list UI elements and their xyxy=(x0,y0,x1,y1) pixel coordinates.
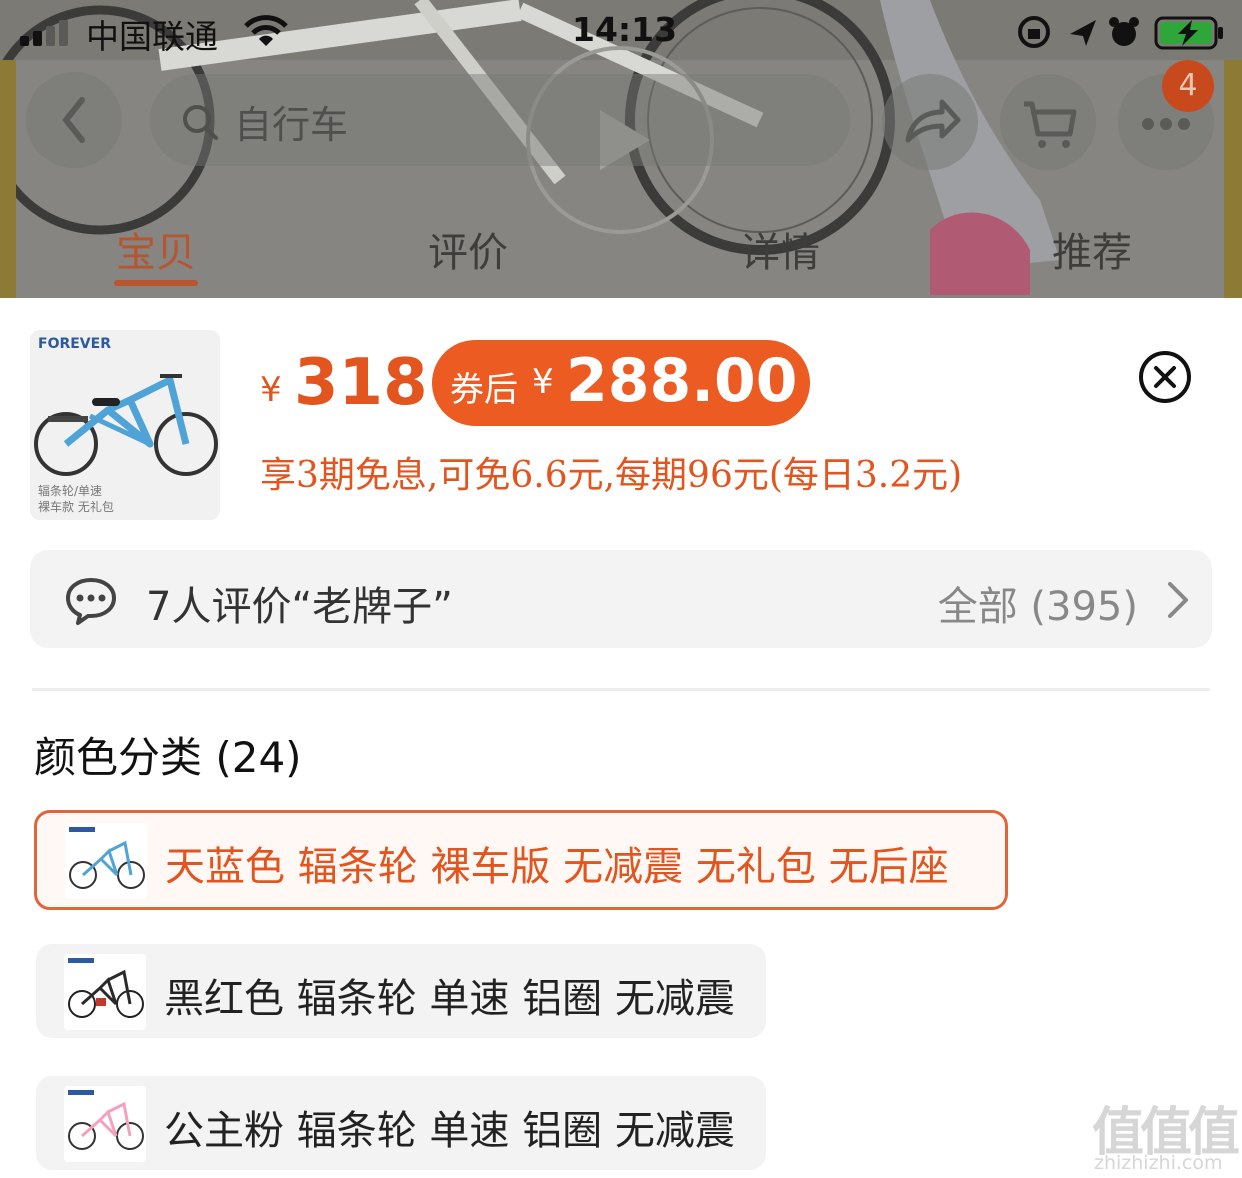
back-button[interactable] xyxy=(26,72,122,168)
share-button[interactable] xyxy=(882,74,978,170)
installment-info: 享3期免息,可免6.6元,每期96元(每日3.2元) xyxy=(260,455,963,496)
chevron-left-icon xyxy=(62,97,85,143)
product-thumbnail[interactable]: FOREVER 辐条轮/单速 裸车款 无礼包 xyxy=(30,330,220,520)
variant-thumbnail xyxy=(65,823,147,899)
cart-button[interactable] xyxy=(1000,74,1096,170)
tab-item[interactable]: 宝贝 xyxy=(116,220,196,278)
thumbnail-caption: 裸车款 无礼包 xyxy=(38,500,114,514)
location-icon xyxy=(1070,20,1096,46)
alarm-icon xyxy=(1109,17,1139,46)
clock: 14:13 xyxy=(572,10,678,49)
divider xyxy=(32,688,1210,691)
color-category-title: 颜色分类 (24) xyxy=(34,733,302,782)
thumbnail-caption: 辐条轮/单速 xyxy=(38,484,103,498)
watermark: 值值值 zhizhizhi.com xyxy=(1092,1090,1242,1178)
tab-reviews[interactable]: 评价 xyxy=(428,220,508,278)
battery-charging-icon xyxy=(1154,16,1223,50)
cart-icon xyxy=(1024,101,1077,148)
cellular-signal-icon xyxy=(20,20,68,46)
product-gallery-backdrop: 中国联通 14:13 自行车 4 宝贝 评价 详情 推荐 xyxy=(0,0,1242,298)
review-summary-text: 7人评价“老牌子” xyxy=(146,584,453,630)
close-icon[interactable] xyxy=(1138,350,1192,404)
coupon-currency: ¥ xyxy=(532,362,554,402)
section-tabs: 宝贝 评价 详情 推荐 xyxy=(0,216,1242,298)
status-icons xyxy=(1018,16,1223,50)
price-value: 318 xyxy=(294,346,428,420)
search-icon xyxy=(183,105,218,140)
active-tab-indicator xyxy=(114,280,198,286)
top-nav-bar: 自行车 xyxy=(0,70,1242,170)
status-bar: 中国联通 14:13 xyxy=(0,0,1242,64)
tab-recommend[interactable]: 推荐 xyxy=(1052,220,1132,278)
variant-option[interactable]: 黑红色 辐条轮 单速 铝圈 无减震 xyxy=(36,944,766,1038)
chat-bubble-icon xyxy=(66,578,116,625)
carrier-name: 中国联通 xyxy=(86,17,218,56)
variant-label: 黑红色 辐条轮 单速 铝圈 无减震 xyxy=(164,976,735,1022)
review-summary-bar[interactable]: 7人评价“老牌子” 全部 (395) xyxy=(30,550,1212,648)
variant-label: 公主粉 辐条轮 单速 铝圈 无减震 xyxy=(164,1108,735,1154)
cart-count-badge: 4 xyxy=(1162,60,1214,112)
tab-details[interactable]: 详情 xyxy=(740,220,820,278)
variant-option[interactable]: 公主粉 辐条轮 单速 铝圈 无减震 xyxy=(36,1076,766,1170)
chevron-right-icon xyxy=(1168,582,1188,618)
variant-thumbnail xyxy=(64,1086,146,1162)
bike-illustration xyxy=(34,374,218,476)
coupon-price-value: 288.00 xyxy=(566,346,798,416)
search-placeholder: 自行车 xyxy=(234,103,349,147)
share-icon xyxy=(905,99,961,143)
coupon-label: 券后 xyxy=(450,370,518,410)
rotation-lock-icon xyxy=(1018,16,1050,48)
variant-label: 天蓝色 辐条轮 裸车版 无减震 无礼包 无后座 xyxy=(165,844,949,890)
variant-thumbnail xyxy=(64,954,146,1030)
all-reviews-link[interactable]: 全部 (395) xyxy=(938,574,1138,632)
coupon-price-pill: 券后 ¥ 288.00 xyxy=(432,340,810,426)
currency-symbol: ¥ xyxy=(260,370,282,410)
search-bar[interactable]: 自行车 xyxy=(150,74,850,166)
wifi-icon xyxy=(244,15,288,46)
watermark-site: zhizhizhi.com xyxy=(1094,1152,1223,1174)
variant-option-selected[interactable]: 天蓝色 辐条轮 裸车版 无减震 无礼包 无后座 xyxy=(34,810,1008,910)
